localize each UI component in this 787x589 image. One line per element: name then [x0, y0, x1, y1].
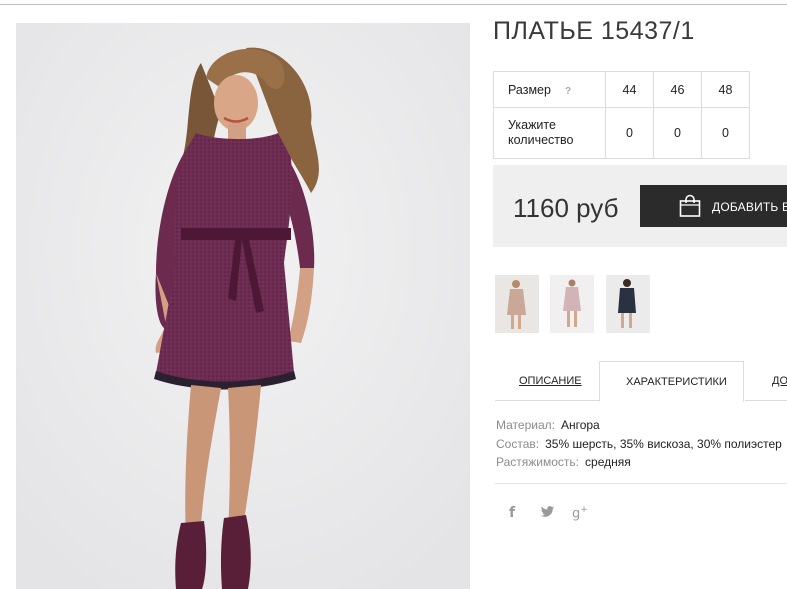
main-product-image[interactable] [16, 23, 470, 589]
tab-more[interactable]: ДО [772, 361, 787, 401]
add-to-cart-label: ДОБАВИТЬ В [712, 200, 787, 214]
characteristic-key: Растяжимость: [496, 455, 580, 469]
thumbnail-1[interactable] [495, 275, 539, 333]
tab-characteristics[interactable]: ХАРАКТЕРИСТИКИ [599, 361, 744, 402]
size-label: Размер [508, 82, 551, 97]
characteristic-row: Материал: Ангора [496, 416, 782, 435]
twitter-icon[interactable] [540, 506, 555, 522]
qty-input-44[interactable]: 0 [605, 107, 654, 159]
add-to-cart-button[interactable]: ДОБАВИТЬ В [640, 185, 787, 227]
characteristic-key: Материал: [496, 418, 555, 432]
thumbnail-2[interactable] [550, 275, 594, 333]
product-title: ПЛАТЬЕ 15437/1 [493, 17, 695, 45]
price: 1160 руб [513, 193, 619, 223]
quantity-label: Укажите количество [508, 118, 574, 147]
tab-description[interactable]: ОПИСАНИЕ [495, 361, 599, 401]
product-tabs: ОПИСАНИЕ ХАРАКТЕРИСТИКИ ДО [495, 361, 787, 402]
characteristic-value: 35% шерсть, 35% вискоза, 30% полиэстер [545, 436, 782, 451]
size-help-icon[interactable]: ? [565, 86, 571, 97]
quantity-header-cell: Укажите количество [493, 107, 606, 159]
characteristic-row: Состав: 35% шерсть, 35% вискоза, 30% поли… [496, 435, 782, 454]
characteristics-list: Материал: Ангора Состав: 35% шерсть, 35% в… [496, 416, 782, 472]
characteristic-value: Ангора [560, 418, 600, 432]
price-box: 1160 руб ДОБАВИТЬ В [493, 165, 787, 247]
characteristic-row: Растяжимость: средняя [496, 453, 782, 472]
social-divider [495, 483, 787, 484]
thumbnail-3[interactable] [606, 275, 650, 333]
facebook-icon[interactable]: f [509, 505, 515, 521]
size-46: 46 [653, 71, 702, 108]
size-44: 44 [605, 71, 654, 108]
google-plus-icon[interactable]: g+ [572, 505, 588, 521]
tab-characteristics-label: ХАРАКТЕРИСТИКИ [626, 376, 727, 388]
size-quantity-table: Размер? 44 46 48 Укажите количество 0 0 … [493, 71, 750, 159]
tab-more-label: ДО [772, 375, 787, 387]
characteristic-value: средняя [585, 455, 631, 469]
qty-input-46[interactable]: 0 [653, 107, 702, 159]
top-divider [0, 4, 787, 5]
characteristic-key: Состав: [496, 436, 540, 451]
tab-description-label: ОПИСАНИЕ [519, 375, 582, 387]
size-48: 48 [701, 71, 750, 108]
size-header-cell: Размер? [493, 71, 606, 108]
qty-input-48[interactable]: 0 [701, 107, 750, 159]
shopping-bag-icon [678, 194, 702, 221]
